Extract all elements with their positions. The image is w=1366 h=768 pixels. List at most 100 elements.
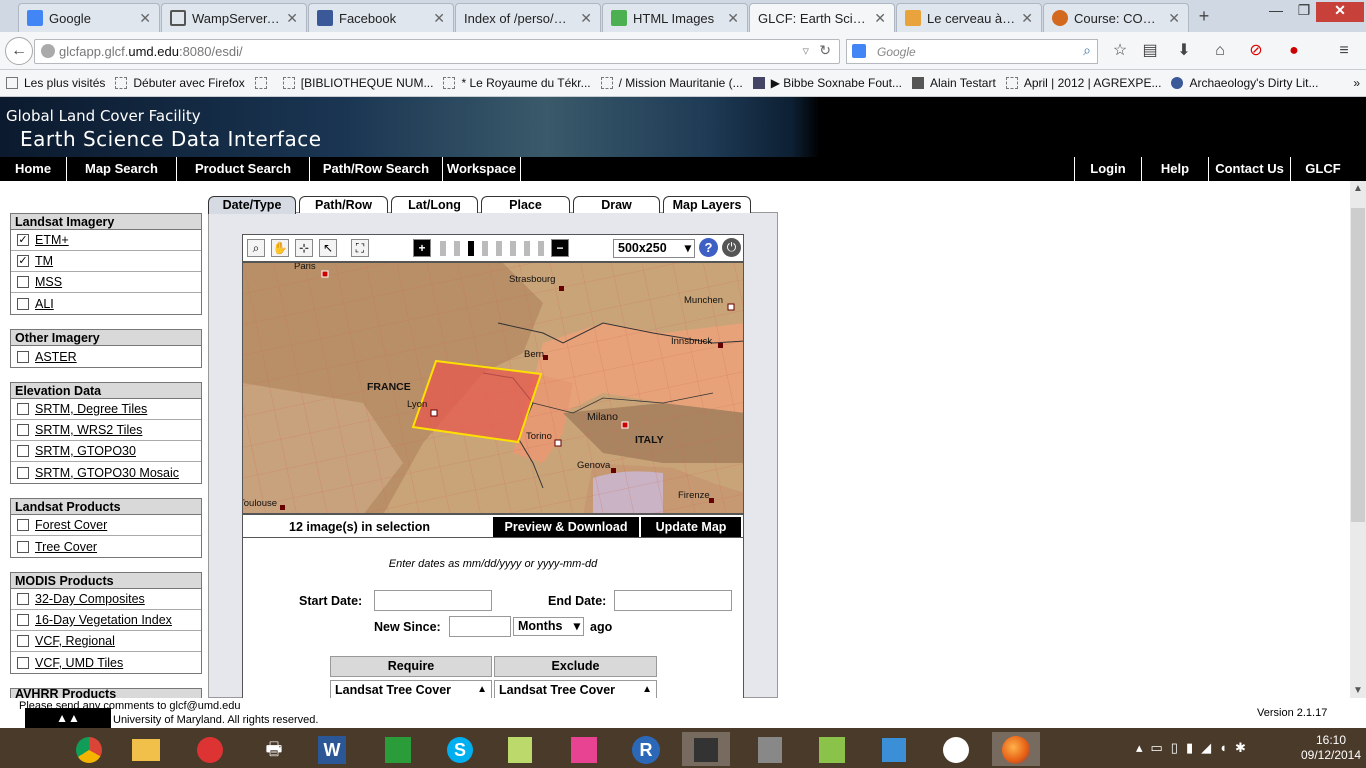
checkbox-srtm-gtopo30[interactable]: SRTM, GTOPO30 [11, 441, 201, 462]
firefox-icon[interactable] [992, 732, 1040, 766]
browser-tab-active[interactable]: GLCF: Earth Scienc...✕ [749, 3, 895, 33]
restore-button[interactable]: ❐ [1290, 2, 1318, 22]
menu-icon[interactable]: ≡ [1330, 38, 1358, 64]
checkbox[interactable] [17, 297, 29, 310]
browser-tab[interactable]: Facebook ✕ [308, 3, 454, 32]
checkbox[interactable] [17, 656, 29, 669]
file-explorer-icon[interactable] [122, 732, 170, 766]
checkbox-mss[interactable]: MSS [11, 272, 201, 293]
checkbox[interactable] [17, 424, 29, 436]
checkbox[interactable] [17, 276, 29, 288]
app-icon[interactable] [870, 732, 918, 766]
checkbox[interactable] [17, 519, 29, 531]
nav-product-search[interactable]: Product Search [177, 157, 310, 181]
checkbox-srtm-degree[interactable]: SRTM, Degree Tiles [11, 399, 201, 420]
home-icon[interactable]: ⌂ [1206, 38, 1234, 64]
checkbox-tm[interactable]: ✓ TM [11, 251, 201, 272]
checkbox[interactable] [17, 403, 29, 415]
browser-tab[interactable]: Course: COm... ✕ [1043, 3, 1189, 32]
map-svg[interactable]: Paris Strasbourg Munchen Innsbruck Bern … [243, 263, 744, 514]
months-select[interactable]: Months ▾ [513, 617, 584, 636]
scrollbar-thumb[interactable] [1351, 208, 1365, 522]
dropdown-icon[interactable]: ▿ [802, 43, 809, 59]
pdf-icon[interactable]: ⊘ [1242, 38, 1270, 64]
preview-download-button[interactable]: Preview & Download [493, 517, 639, 537]
r-icon[interactable]: R [622, 732, 670, 766]
bookmark-item[interactable]: [BIBLIOTHEQUE NUM... [282, 76, 433, 90]
close-icon[interactable]: ✕ [433, 10, 445, 27]
checkbox-aster[interactable]: ASTER [11, 346, 201, 367]
bookmark-item[interactable] [254, 77, 273, 89]
checkbox-vcf-umd[interactable]: VCF, UMD Tiles [11, 652, 201, 673]
require-list-item[interactable]: Landsat Tree Cover ▲ [330, 680, 492, 700]
close-icon[interactable]: ✕ [727, 10, 739, 27]
app-icon[interactable] [496, 732, 544, 766]
bookmark-item[interactable]: / Mission Mauritanie (... [600, 76, 743, 90]
checkbox[interactable] [17, 614, 29, 626]
tab-lat-long[interactable]: Lat/Long [391, 196, 478, 213]
checkbox[interactable]: ✓ [17, 234, 29, 246]
nav-workspace[interactable]: Workspace [443, 157, 521, 181]
checkbox-vcf-regional[interactable]: VCF, Regional [11, 631, 201, 652]
search-input[interactable]: Google ⌕ [846, 39, 1098, 64]
new-tab-button[interactable]: + [1192, 6, 1216, 27]
zoom-level-bar[interactable] [496, 241, 502, 256]
checkbox-forest-cover[interactable]: Forest Cover [11, 515, 201, 536]
nav-glcf[interactable]: GLCF [1291, 157, 1355, 181]
checkbox[interactable] [17, 350, 29, 363]
reading-list-icon[interactable]: ▤ [1136, 38, 1164, 64]
end-date-field[interactable] [614, 590, 732, 611]
close-icon[interactable]: ✕ [580, 10, 592, 27]
checkbox-ali[interactable]: ALI [11, 293, 201, 314]
bookmark-item[interactable]: April | 2012 | AGREXPE... [1005, 76, 1161, 90]
browser-tab[interactable]: Google ✕ [18, 3, 160, 32]
zoom-in-icon[interactable]: + [413, 239, 431, 257]
app-icon[interactable] [682, 732, 730, 766]
tab-place[interactable]: Place [481, 196, 570, 213]
taskbar-clock[interactable]: 16:10 09/12/2014 [1298, 733, 1364, 763]
checkbox-32day[interactable]: 32-Day Composites [11, 589, 201, 610]
scroll-up-icon[interactable]: ▲ [477, 681, 487, 699]
nav-contact-us[interactable]: Contact Us [1209, 157, 1291, 181]
help-icon[interactable]: ? [699, 238, 718, 257]
nav-help[interactable]: Help [1142, 157, 1209, 181]
tab-date-type[interactable]: Date/Type [208, 196, 296, 214]
tray-icons[interactable]: ▴▭▯▮◢◖✱ [1136, 740, 1254, 756]
window-close-button[interactable]: ✕ [1316, 2, 1364, 22]
reload-icon[interactable]: ↻ [819, 42, 831, 59]
tab-map-layers[interactable]: Map Layers [663, 196, 751, 213]
exclude-list-item[interactable]: Landsat Tree Cover ▲ [494, 680, 657, 700]
zoom-level-bar[interactable] [482, 241, 488, 256]
zoom-out-icon[interactable]: − [551, 239, 569, 257]
skype-icon[interactable]: S [436, 732, 484, 766]
browser-tab[interactable]: Le cerveau à to...✕ [896, 3, 1042, 32]
bookmark-item[interactable]: Alain Testart [912, 76, 996, 90]
checkbox-etm[interactable]: ✓ ETM+ [11, 230, 201, 251]
browser-tab[interactable]: WampServer, l... ✕ [161, 3, 307, 32]
zoom-level-bar[interactable] [524, 241, 530, 256]
url-bar[interactable]: glcfapp.glcf. umd.edu:8080/esdi/ ▿ ↻ [34, 39, 840, 64]
checkbox[interactable]: ✓ [17, 255, 29, 267]
app-icon[interactable] [808, 732, 856, 766]
checkbox-srtm-gtopo30-mosaic[interactable]: SRTM, GTOPO30 Mosaic [11, 462, 201, 483]
checkbox-srtm-wrs2[interactable]: SRTM, WRS2 Tiles [11, 420, 201, 441]
start-date-field[interactable] [374, 590, 492, 611]
zoom-icon[interactable]: ⌕ [247, 239, 265, 257]
adblock-icon[interactable]: ● [1280, 38, 1308, 64]
store-icon[interactable] [374, 732, 422, 766]
fullscreen-icon[interactable]: ⛶ [351, 239, 369, 257]
scroll-up-icon[interactable]: ▲ [642, 681, 652, 699]
checkbox[interactable] [17, 466, 29, 479]
tab-path-row[interactable]: Path/Row [299, 196, 388, 213]
site-info-icon[interactable] [41, 44, 55, 58]
app-icon[interactable] [932, 732, 980, 766]
app-icon[interactable] [746, 732, 794, 766]
checkbox-tree-cover[interactable]: Tree Cover [11, 536, 201, 557]
bookmark-item[interactable]: Archaeology's Dirty Lit... [1171, 76, 1318, 90]
printer-icon[interactable]: 🖶 [250, 732, 298, 766]
power-icon[interactable]: ⏻ [722, 238, 741, 257]
close-icon[interactable]: ✕ [1021, 10, 1033, 27]
download-icon[interactable]: ⬇ [1170, 38, 1198, 64]
scroll-down-arrow-icon[interactable]: ▼ [1350, 685, 1366, 696]
nav-path-row-search[interactable]: Path/Row Search [310, 157, 443, 181]
